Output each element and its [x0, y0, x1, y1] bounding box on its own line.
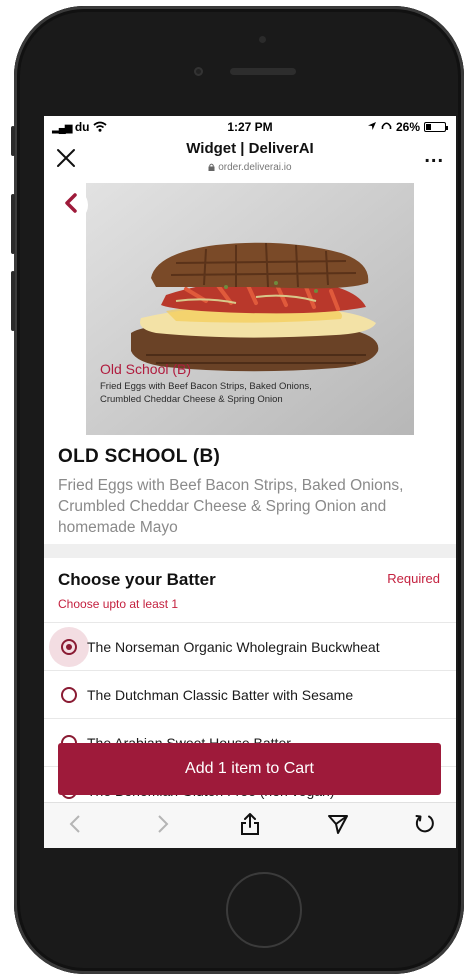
- option-row[interactable]: The Norseman Organic Wholegrain Buckwhea…: [44, 622, 456, 670]
- phone-screen: ▂▄▆ du 1:27 PM 26% Widget | DeliverAI or…: [44, 116, 456, 848]
- headphones-icon: [381, 120, 392, 134]
- battery-level: [426, 124, 431, 130]
- item-title: OLD SCHOOL (B): [58, 446, 221, 467]
- caption-line: Fried Eggs with Beef Bacon Strips, Baked…: [100, 381, 312, 392]
- forward-nav-button[interactable]: [148, 811, 178, 841]
- back-button[interactable]: [54, 188, 88, 222]
- battery-percent: 26%: [395, 120, 420, 134]
- radio-highlight: [49, 626, 89, 667]
- page-title: Widget | DeliverAI: [186, 140, 314, 157]
- caption-description: Fried Eggs with Beef Bacon Strips, Baked…: [100, 380, 312, 406]
- earpiece-speaker: [230, 68, 296, 75]
- section-divider: [44, 544, 456, 558]
- lock-icon: [208, 162, 218, 173]
- send-button[interactable]: [323, 811, 353, 841]
- section-title: Choose your Batter: [58, 570, 216, 589]
- url-label: order.deliverai.io: [44, 162, 456, 173]
- front-camera: [194, 67, 203, 76]
- volume-up-button: [11, 194, 15, 254]
- add-to-cart-button[interactable]: Add 1 item to Cart: [58, 743, 441, 795]
- radio-unchecked-icon[interactable]: [61, 686, 77, 703]
- radio-wrap: [49, 675, 89, 715]
- more-options-button[interactable]: ...: [424, 145, 444, 168]
- reload-icon: [414, 813, 436, 840]
- chevron-right-icon: [157, 814, 169, 839]
- caption-title: Old School (B): [100, 361, 192, 377]
- required-badge: Required: [387, 571, 440, 586]
- option-label: The Norseman Organic Wholegrain Buckwhea…: [87, 638, 380, 655]
- browser-header: Widget | DeliverAI order.deliverai.io ..…: [44, 136, 456, 180]
- chevron-left-icon: [64, 192, 78, 218]
- send-icon: [327, 813, 349, 840]
- url-text: order.deliverai.io: [218, 162, 292, 173]
- back-nav-button[interactable]: [60, 811, 90, 841]
- status-right: 26%: [367, 120, 448, 134]
- option-row[interactable]: The Dutchman Classic Batter with Sesame: [44, 670, 456, 718]
- item-description: Fried Eggs with Beef Bacon Strips, Baked…: [58, 477, 404, 536]
- browser-toolbar: [44, 802, 456, 848]
- option-label: The Dutchman Classic Batter with Sesame: [87, 686, 354, 703]
- section-subtitle: Choose upto at least 1: [58, 597, 179, 611]
- reload-button[interactable]: [410, 811, 440, 841]
- share-button[interactable]: [235, 811, 265, 841]
- radio-checked-icon[interactable]: [61, 638, 77, 655]
- proximity-sensor: [259, 36, 266, 43]
- mute-switch: [11, 126, 15, 156]
- home-button[interactable]: [226, 872, 302, 948]
- caption-line: Crumbled Cheddar Cheese & Spring Onion: [100, 394, 283, 405]
- share-icon: [240, 812, 260, 841]
- location-icon: [367, 120, 377, 134]
- product-image: Old School (B) Fried Eggs with Beef Baco…: [86, 183, 414, 435]
- battery-icon: [424, 122, 448, 132]
- chevron-left-icon: [69, 814, 81, 839]
- volume-down-button: [11, 271, 15, 331]
- image-caption: Old School (B) Fried Eggs with Beef Baco…: [100, 361, 312, 406]
- status-bar: ▂▄▆ du 1:27 PM 26%: [44, 116, 456, 138]
